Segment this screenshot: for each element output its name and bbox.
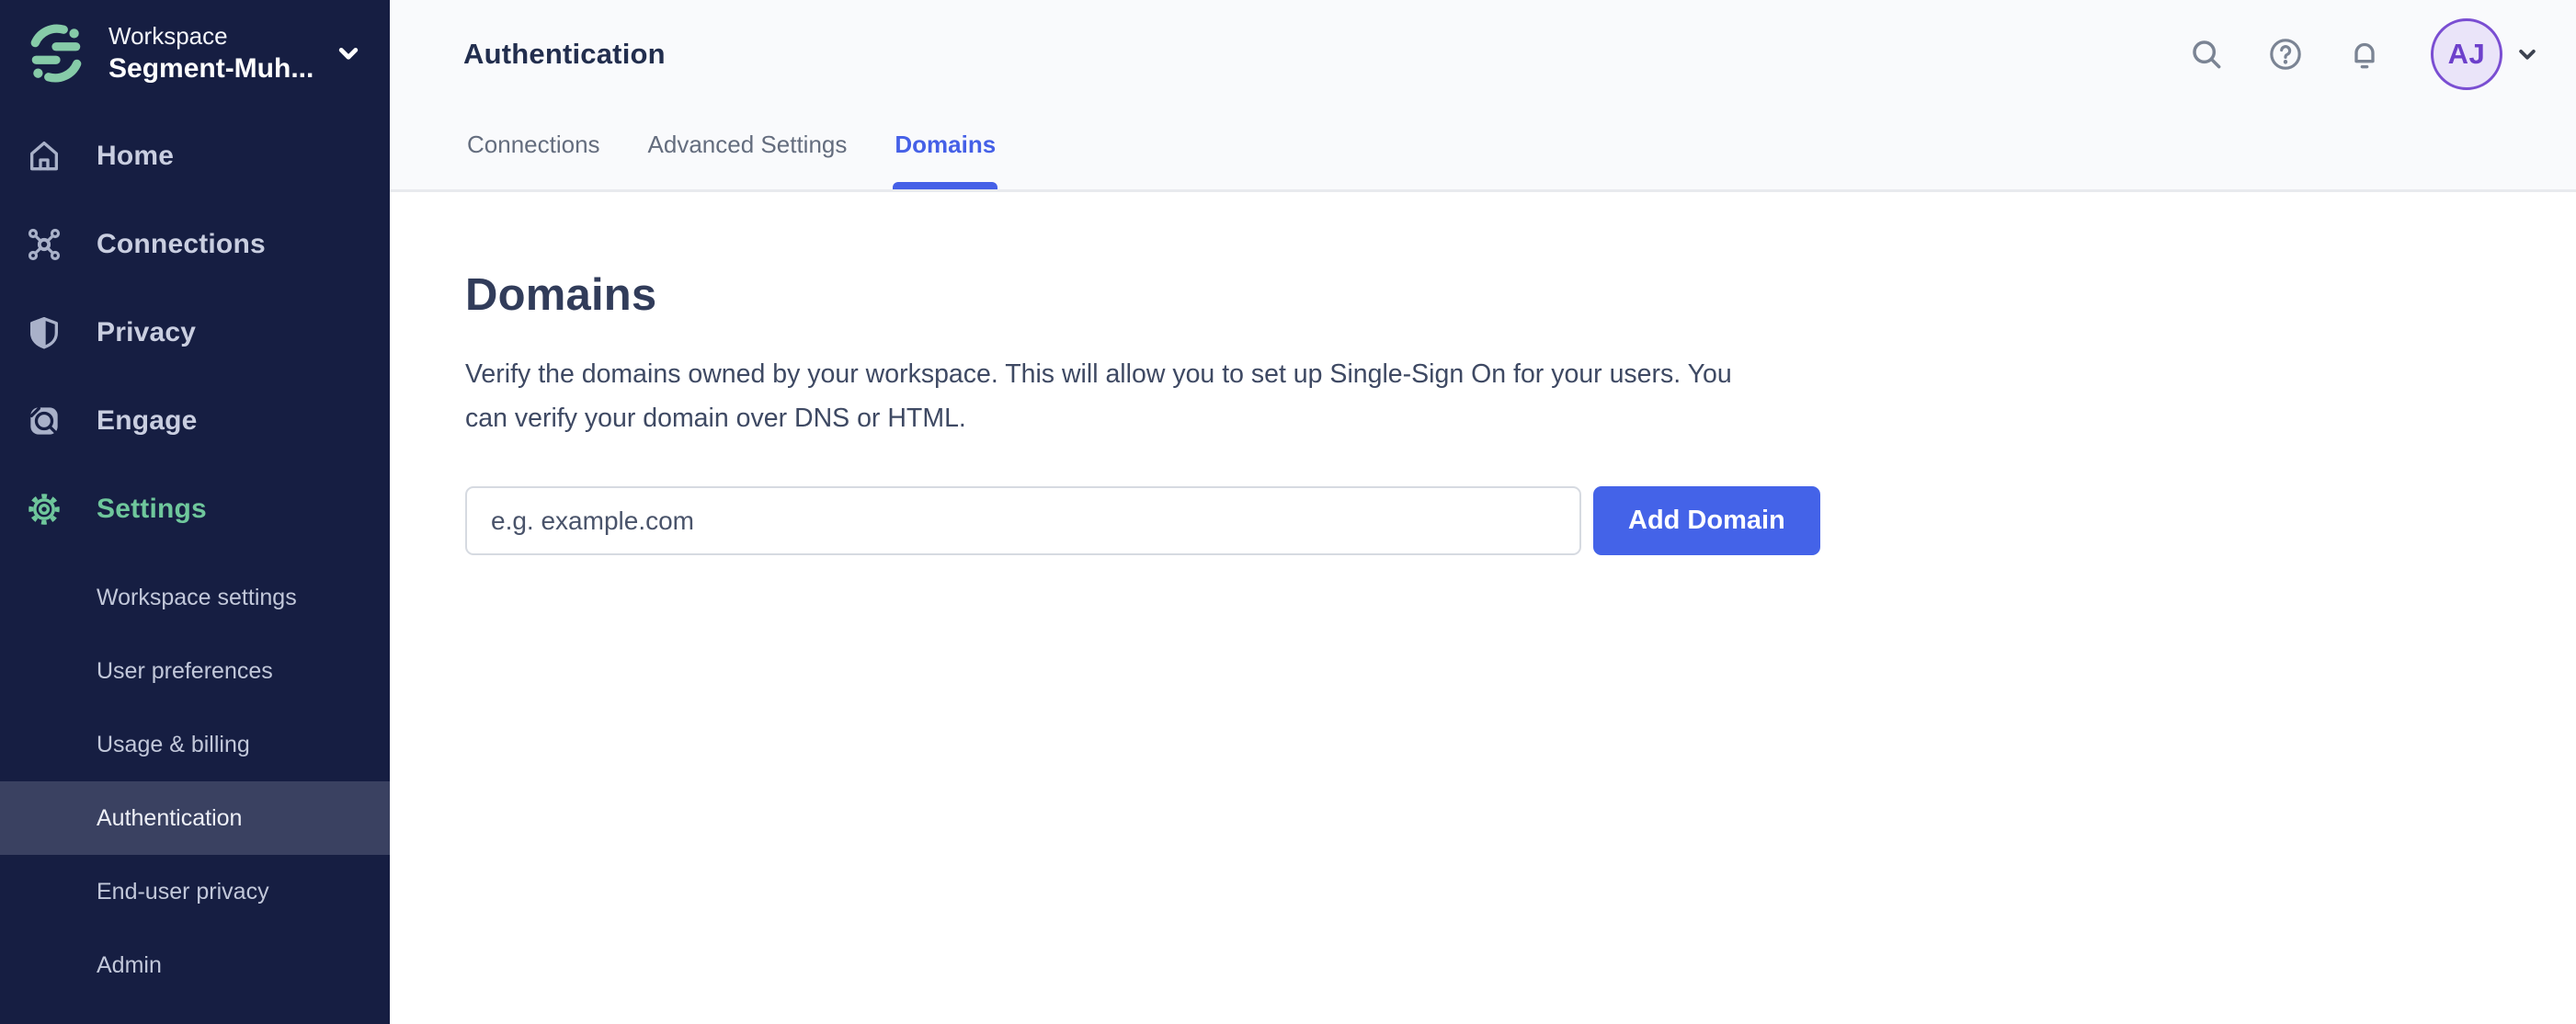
avatar[interactable]: AJ [2431, 18, 2502, 90]
sidebar-item-connections[interactable]: Connections [0, 200, 390, 289]
engage-icon [26, 403, 63, 439]
sidebar-subitem-admin[interactable]: Admin [0, 928, 390, 1002]
sidebar-subitem-user-preferences[interactable]: User preferences [0, 634, 390, 708]
sidebar-item-home[interactable]: Home [0, 112, 390, 200]
domain-input[interactable] [465, 486, 1581, 555]
sidebar-item-label: Home [97, 141, 175, 171]
sidebar-subitem-authentication[interactable]: Authentication [0, 781, 390, 855]
search-icon[interactable] [2188, 36, 2225, 73]
page-header: Authentication AJ Connections Advanced S… [390, 0, 2576, 192]
workspace-switcher[interactable]: Workspace Segment-Muh... [0, 0, 390, 105]
connections-icon [26, 226, 63, 263]
sidebar-item-label: Settings [97, 494, 207, 524]
workspace-info: Workspace Segment-Muh... [108, 20, 313, 86]
sidebar-item-label: Engage [97, 405, 198, 436]
add-domain-form: Add Domain [465, 486, 2576, 555]
workspace-name: Segment-Muh... [108, 53, 314, 84]
chevron-down-icon[interactable] [2513, 40, 2541, 68]
main-area: Authentication AJ Connections Advanced S… [390, 0, 2576, 1024]
bell-icon[interactable] [2346, 36, 2383, 73]
page-title: Authentication [463, 38, 666, 70]
shield-icon [26, 314, 63, 351]
sidebar-main-nav: Home Connections Privacy Engage Settings [0, 112, 390, 553]
header-actions: AJ [2146, 18, 2541, 90]
gear-icon [26, 491, 63, 528]
sidebar-subitem-end-user-privacy[interactable]: End-user privacy [0, 855, 390, 928]
tab-advanced-settings[interactable]: Advanced Settings [646, 108, 849, 189]
sidebar-item-settings[interactable]: Settings [0, 465, 390, 553]
header-row: Authentication AJ [390, 0, 2576, 108]
tab-connections[interactable]: Connections [465, 108, 602, 189]
description-line: Verify the domains owned by your workspa… [465, 359, 1732, 389]
add-domain-button[interactable]: Add Domain [1593, 486, 1820, 555]
sidebar-item-label: Privacy [97, 317, 197, 347]
home-icon [26, 138, 63, 175]
section-heading: Domains [465, 270, 657, 320]
sidebar-item-label: Connections [97, 229, 266, 259]
sidebar-item-privacy[interactable]: Privacy [0, 289, 390, 377]
sidebar-subitem-workspace-settings[interactable]: Workspace settings [0, 561, 390, 634]
chevron-down-icon [333, 38, 364, 69]
workspace-label: Workspace [108, 22, 228, 50]
sidebar: Workspace Segment-Muh... Home Connection… [0, 0, 390, 1024]
sidebar-settings-subnav: Workspace settings User preferences Usag… [0, 561, 390, 1002]
section-description: Verify the domains owned by your workspa… [465, 352, 2576, 440]
sidebar-subitem-usage-billing[interactable]: Usage & billing [0, 708, 390, 781]
tab-domains[interactable]: Domains [893, 108, 997, 189]
segment-logo-icon [26, 23, 86, 84]
description-line: can verify your domain over DNS or HTML. [465, 404, 966, 433]
tab-bar: Connections Advanced Settings Domains [390, 108, 2576, 189]
help-icon[interactable] [2267, 36, 2304, 73]
domains-panel: Domains Verify the domains owned by your… [390, 192, 2576, 555]
sidebar-item-engage[interactable]: Engage [0, 377, 390, 465]
app-window: Workspace Segment-Muh... Home Connection… [0, 0, 2576, 1024]
